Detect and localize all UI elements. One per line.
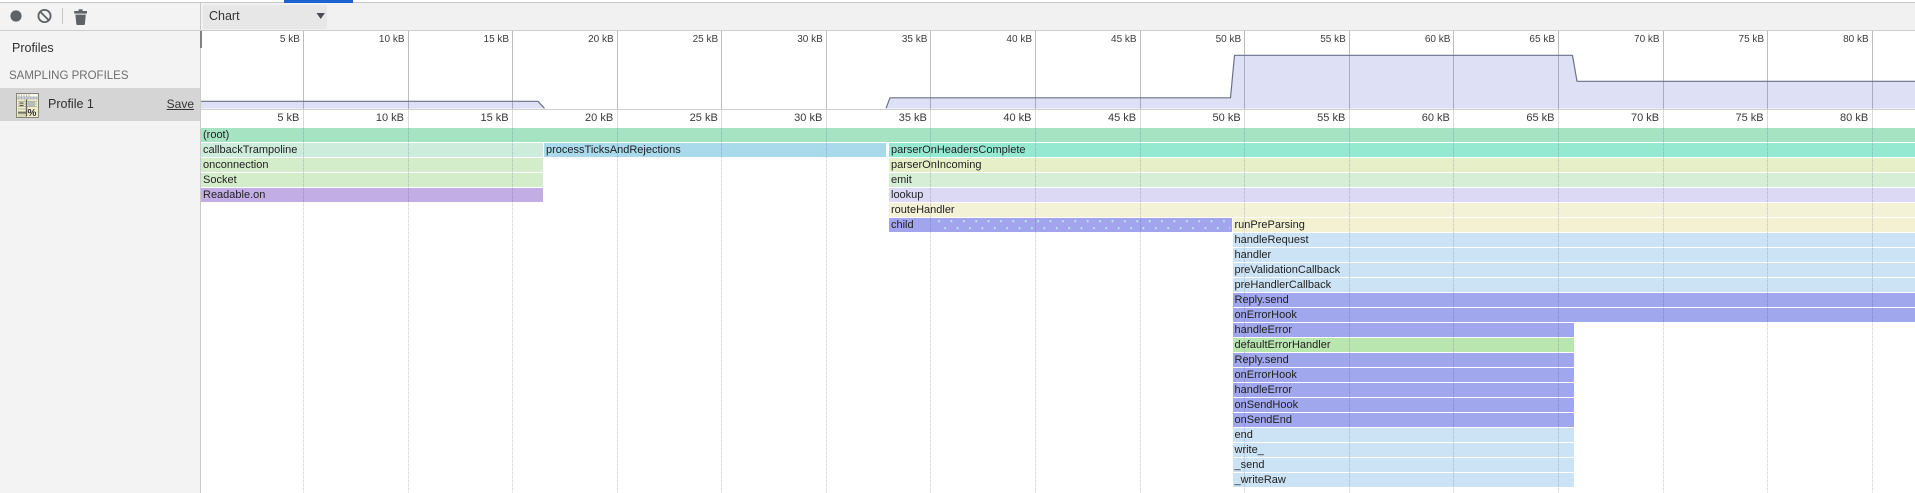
svg-text:%: % xyxy=(28,108,37,118)
